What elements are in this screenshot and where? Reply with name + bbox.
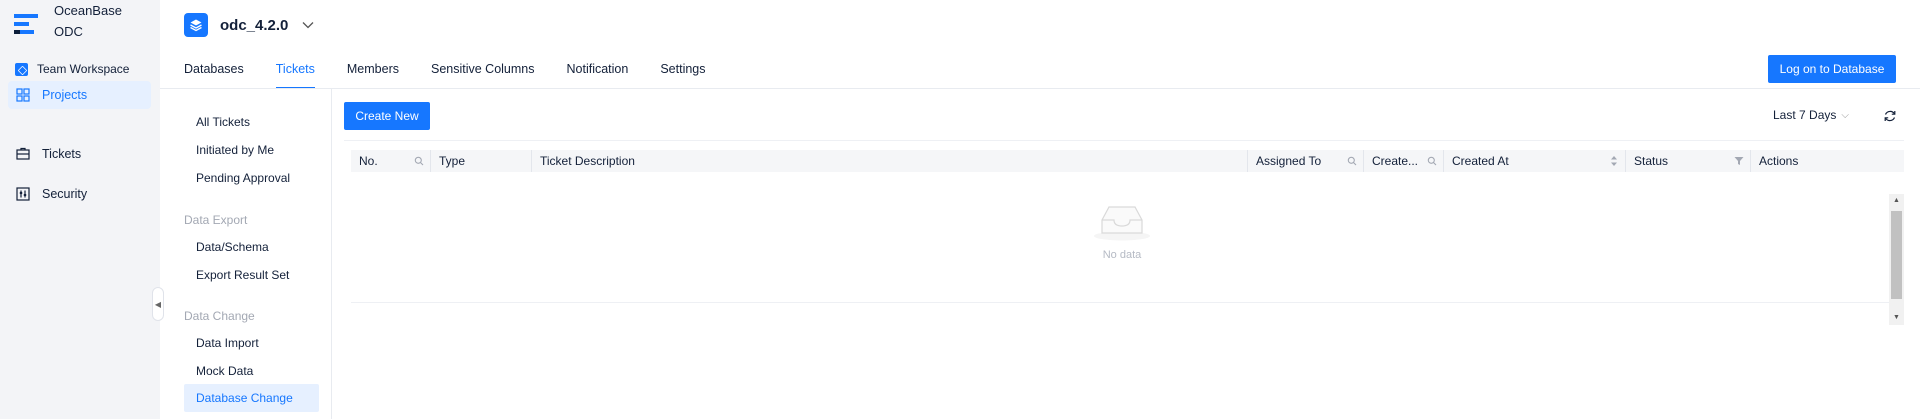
subnav-item-database-change[interactable]: Database Change — [184, 384, 319, 412]
create-new-button[interactable]: Create New — [344, 102, 430, 130]
nav-item-tickets[interactable]: Tickets — [8, 140, 151, 168]
project-icon — [184, 13, 208, 37]
time-range-value: Last 7 Days — [1773, 108, 1837, 122]
scrollbar-thumb[interactable] — [1891, 211, 1902, 299]
project-tabs: Databases Tickets Members Sensitive Colu… — [184, 56, 738, 89]
subnav-item-mock-data[interactable]: Mock Data — [184, 357, 319, 385]
workspace-icon — [15, 62, 28, 76]
column-header-actions: Actions — [1751, 150, 1904, 172]
subnav-item-pending-approval[interactable]: Pending Approval — [184, 164, 319, 192]
subnav-item-initiated-by-me[interactable]: Initiated by Me — [184, 136, 319, 164]
tab-sensitive-columns[interactable]: Sensitive Columns — [431, 56, 535, 89]
workspace-switcher[interactable]: Team Workspace — [15, 62, 129, 76]
empty-text: No data — [1102, 249, 1142, 261]
tickets-table: No. Type Ticket Description Assigned To … — [351, 150, 1904, 325]
column-header-no[interactable]: No. — [351, 150, 431, 172]
chevron-down-icon: ⌵ — [1841, 109, 1849, 121]
search-icon[interactable] — [1427, 156, 1437, 166]
project-header: odc_4.2.0 — [184, 13, 314, 37]
ticket-subnav: All Tickets Initiated by Me Pending Appr… — [160, 89, 332, 419]
brand[interactable]: OceanBase ODC — [14, 0, 122, 42]
grid-icon — [16, 88, 30, 102]
column-label: No. — [359, 154, 378, 168]
tab-members[interactable]: Members — [347, 56, 399, 89]
tab-notification[interactable]: Notification — [567, 56, 629, 89]
subnav-group-data-export: Data Export — [184, 213, 248, 227]
subnav-item-data-import[interactable]: Data Import — [184, 329, 319, 357]
table-header: No. Type Ticket Description Assigned To … — [351, 150, 1904, 172]
nav-item-label: Security — [42, 187, 88, 201]
table-scrollbar[interactable]: ▲ ▼ — [1889, 194, 1904, 325]
security-icon — [16, 187, 30, 201]
column-label: Actions — [1759, 154, 1799, 168]
ticket-icon — [16, 147, 30, 160]
scroll-up-icon[interactable]: ▲ — [1893, 197, 1900, 205]
app-root: OceanBase ODC Team Workspace Projects Ti… — [0, 0, 1920, 419]
subnav-item-export-result-set[interactable]: Export Result Set — [184, 261, 319, 289]
log-on-to-database-button[interactable]: Log on to Database — [1768, 55, 1896, 83]
toolbar-divider — [344, 140, 1904, 141]
project-name: odc_4.2.0 — [220, 16, 289, 34]
column-header-created-at[interactable]: Created At — [1444, 150, 1626, 172]
column-header-created-by[interactable]: Create... — [1364, 150, 1444, 172]
column-header-status[interactable]: Status — [1626, 150, 1751, 172]
tab-databases[interactable]: Databases — [184, 56, 244, 89]
column-label: Type — [439, 154, 466, 168]
column-label: Create... — [1372, 154, 1419, 168]
empty-inbox-icon — [1094, 206, 1150, 241]
empty-state: No data — [1087, 200, 1157, 261]
scroll-down-icon[interactable]: ▼ — [1893, 314, 1900, 322]
brand-name: OceanBase ODC — [54, 0, 122, 42]
nav-item-label: Tickets — [42, 147, 82, 161]
column-label: Ticket Description — [540, 154, 635, 168]
tab-settings[interactable]: Settings — [660, 56, 705, 89]
global-nav: OceanBase ODC Team Workspace Projects Ti… — [0, 0, 160, 419]
refresh-icon[interactable] — [1883, 109, 1897, 123]
time-range-select[interactable]: Last 7 Days ⌵ — [1773, 108, 1849, 122]
brand-line-2: ODC — [54, 24, 83, 39]
header-divider — [160, 88, 1920, 89]
column-header-ticket-description[interactable]: Ticket Description — [532, 150, 1248, 172]
brand-line-1: OceanBase — [54, 3, 122, 18]
subnav-item-all-tickets[interactable]: All Tickets — [184, 108, 319, 136]
workspace-label: Team Workspace — [37, 62, 130, 76]
sort-icon[interactable] — [1609, 155, 1619, 167]
nav-item-label: Projects — [42, 88, 88, 102]
nav-item-projects[interactable]: Projects — [8, 81, 151, 109]
subnav-item-data-schema[interactable]: Data/Schema — [184, 233, 319, 261]
filter-icon[interactable] — [1734, 156, 1744, 166]
subnav-group-data-change: Data Change — [184, 309, 255, 323]
nav-item-security[interactable]: Security — [8, 180, 151, 208]
search-icon[interactable] — [414, 156, 424, 166]
tab-tickets[interactable]: Tickets — [275, 56, 316, 89]
column-label: Created At — [1452, 154, 1509, 168]
table-body: No data ▲ ▼ — [351, 172, 1904, 325]
oceanbase-logo-icon — [14, 7, 40, 35]
column-header-assigned-to[interactable]: Assigned To — [1248, 150, 1364, 172]
column-label: Assigned To — [1256, 154, 1322, 168]
search-icon[interactable] — [1347, 156, 1357, 166]
chevron-down-icon[interactable] — [302, 21, 314, 29]
column-label: Status — [1634, 154, 1669, 168]
column-header-type[interactable]: Type — [431, 150, 532, 172]
